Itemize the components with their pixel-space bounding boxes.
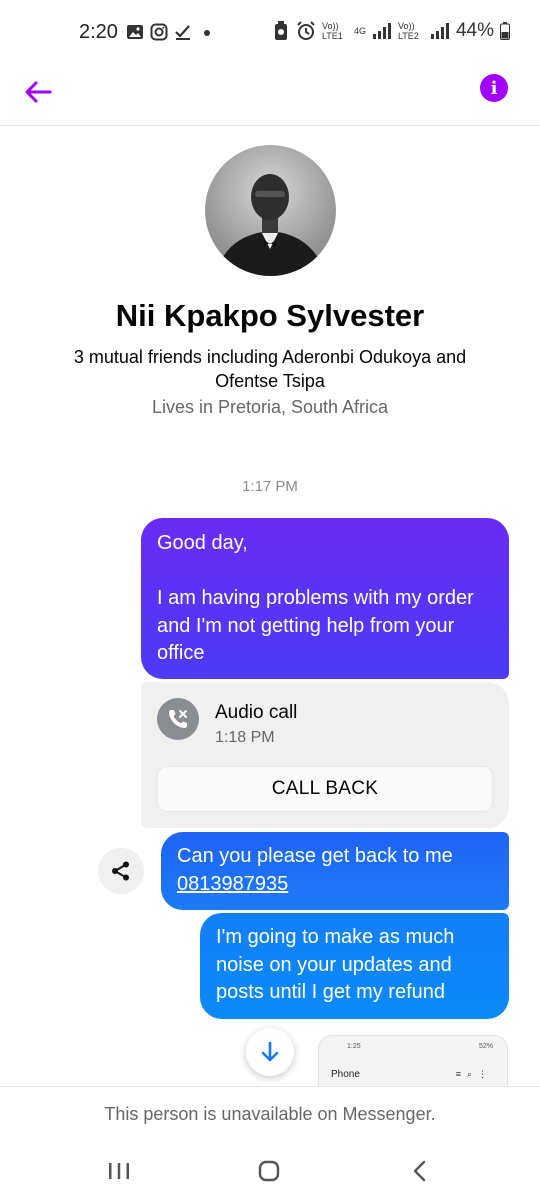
call-time: 1:18 PM: [215, 729, 275, 746]
back-button[interactable]: [18, 72, 58, 112]
volte-2-label: Vo)) LTE2: [397, 21, 419, 41]
signal-icon: [430, 23, 449, 39]
screenshot-attachment[interactable]: 1:25 52% Phone ≡⌕⋮: [318, 1035, 508, 1090]
signal-icon: [372, 23, 391, 39]
attachment-status-time: 1:25: [347, 1043, 361, 1050]
sent-message-bubble[interactable]: Can you please get back to me 0813987935: [161, 832, 509, 910]
check-download-icon: [175, 25, 190, 40]
recents-button[interactable]: [97, 1153, 141, 1189]
nav-back-button[interactable]: [398, 1153, 442, 1189]
call-back-button[interactable]: CALL BACK: [157, 766, 493, 812]
attachment-status-battery: 52%: [478, 1043, 493, 1050]
home-button[interactable]: [247, 1153, 291, 1189]
status-left-icons: [126, 23, 216, 41]
message-text-line: Good day,: [157, 532, 248, 554]
dot-icon: [204, 30, 210, 36]
battery-icon: [500, 22, 510, 40]
phone-number-link[interactable]: 0813987935: [177, 873, 288, 895]
share-icon: [112, 861, 129, 881]
message-timestamp: 1:17 PM: [242, 478, 298, 495]
instagram-icon: [150, 23, 168, 41]
avatar-photo: [215, 174, 326, 276]
battery-saver-icon: [274, 21, 287, 40]
info-button[interactable]: i: [480, 74, 508, 102]
mutual-friends-text: 3 mutual friends including Aderonbi Oduk…: [73, 347, 467, 391]
network-4g-label: 4G: [353, 26, 366, 36]
recents-icon: [109, 1163, 129, 1179]
profile-name: Nii Kpakpo Sylvester: [115, 298, 425, 333]
status-bar: 2:20 Vo)) LTE1 4G Vo)) LTE2 44%: [0, 0, 540, 64]
unavailable-notice: This person is unavailable on Messenger.: [0, 1086, 540, 1141]
share-button[interactable]: [98, 848, 144, 894]
scroll-to-bottom-button[interactable]: [246, 1028, 294, 1076]
message-text: Can you please get back to me: [177, 845, 453, 867]
message-text: I'm going to make as much noise on your …: [216, 926, 455, 1003]
status-right-icons: Vo)) LTE1 4G Vo)) LTE2 44%: [272, 20, 510, 42]
volte-1-label: Vo)) LTE1: [321, 21, 343, 41]
conversation-header: i: [0, 64, 540, 126]
info-icon: i: [490, 77, 498, 99]
attachment-title: Phone: [331, 1069, 360, 1080]
arrow-left-icon: [25, 81, 52, 103]
missed-call-icon: [157, 698, 199, 740]
phone-x-icon: [169, 710, 187, 728]
location-text: Lives in Pretoria, South Africa: [151, 397, 389, 417]
nav-back-icon: [413, 1160, 426, 1182]
sent-message-bubble[interactable]: I'm going to make as much noise on your …: [200, 913, 509, 1019]
gallery-icon: [127, 25, 143, 39]
arrow-down-icon: [261, 1041, 279, 1062]
call-title: Audio call: [215, 702, 298, 723]
alarm-icon: [297, 21, 315, 40]
message-text-line: I am having problems with my order and I…: [157, 587, 474, 664]
home-icon: [258, 1160, 280, 1182]
sent-message-bubble[interactable]: Good day, I am having problems with my o…: [141, 518, 509, 679]
attachment-toolbar-icons: ≡⌕⋮: [455, 1069, 493, 1079]
audio-call-card[interactable]: Audio call 1:18 PM CALL BACK: [141, 682, 509, 828]
system-nav-bar: [0, 1141, 540, 1200]
avatar[interactable]: [205, 145, 336, 276]
battery-percent: 44%: [455, 20, 494, 41]
status-time: 2:20: [79, 21, 118, 43]
